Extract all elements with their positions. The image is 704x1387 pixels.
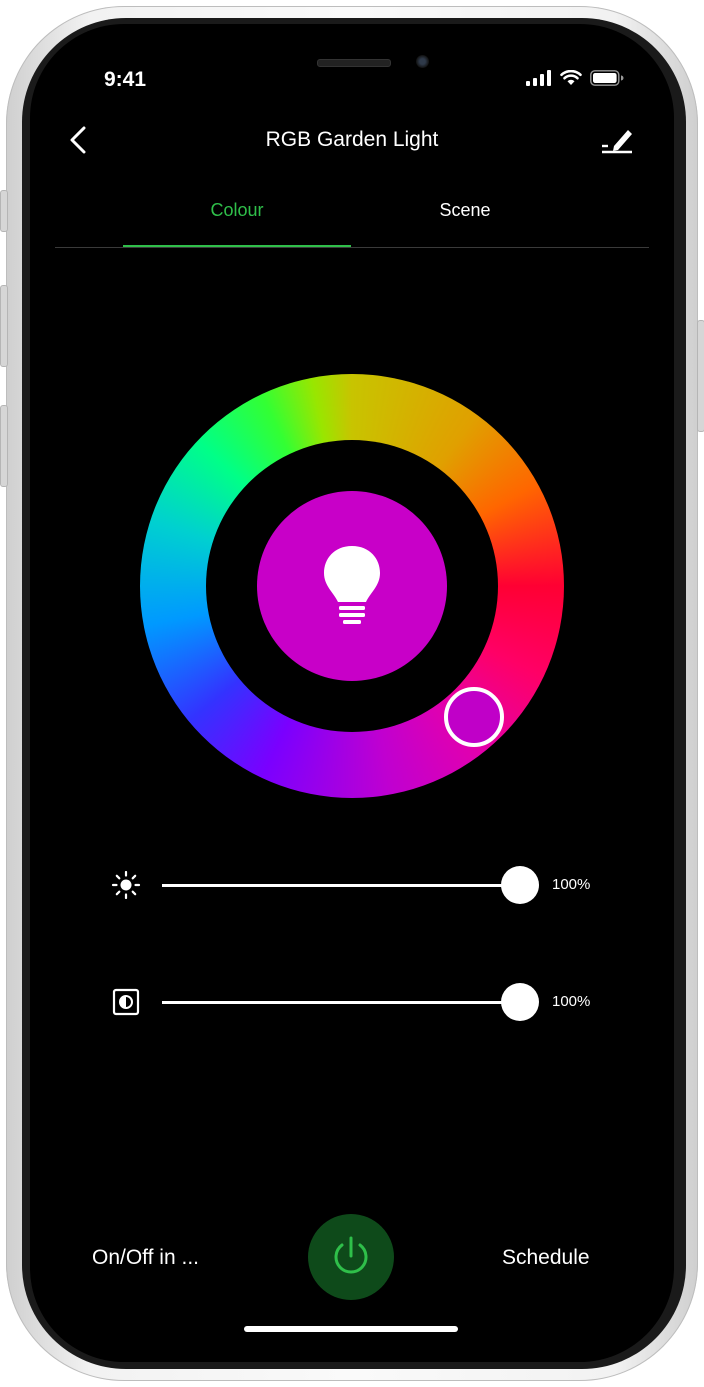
brightness-slider-track[interactable] — [162, 866, 539, 904]
contrast-slider-row: 100% — [110, 982, 610, 1022]
wifi-icon — [560, 70, 582, 85]
speaker — [317, 59, 391, 67]
volume-down-button — [0, 405, 8, 487]
color-picker-handle[interactable] — [444, 687, 504, 747]
contrast-icon — [112, 988, 140, 1016]
power-icon — [334, 1236, 368, 1274]
pencil-icon — [602, 130, 632, 154]
mute-switch — [0, 190, 8, 232]
contrast-slider-fill — [162, 1001, 520, 1004]
contrast-value: 100% — [552, 993, 591, 1010]
tab-divider — [55, 247, 649, 248]
tab-colour[interactable]: Colour — [123, 200, 351, 221]
brightness-slider-fill — [162, 884, 520, 887]
battery-icon — [590, 70, 624, 86]
screen: 9:41 RGB Garden Light Colour Scene 100% … — [30, 24, 674, 1362]
brightness-slider-row: 100% — [110, 865, 610, 905]
active-tab-indicator — [123, 245, 351, 247]
sun-icon — [111, 871, 141, 899]
signal-icon — [526, 70, 551, 86]
volume-up-button — [0, 285, 8, 367]
contrast-slider-track[interactable] — [162, 983, 539, 1021]
light-bulb-icon — [324, 546, 380, 624]
power-side-button — [697, 320, 704, 432]
home-indicator — [244, 1326, 458, 1332]
tab-scene[interactable]: Scene — [351, 200, 579, 221]
status-time: 9:41 — [104, 68, 147, 91]
brightness-slider-thumb[interactable] — [501, 866, 539, 904]
notch — [205, 24, 499, 84]
on-off-timer-button[interactable]: On/Off in ... — [92, 1246, 199, 1270]
page-title: RGB Garden Light — [265, 128, 439, 151]
status-icons — [526, 70, 624, 86]
front-camera — [416, 55, 429, 68]
schedule-button[interactable]: Schedule — [502, 1246, 590, 1270]
contrast-slider-thumb[interactable] — [501, 983, 539, 1021]
edit-button[interactable] — [598, 122, 638, 158]
power-button[interactable] — [308, 1214, 394, 1300]
brightness-value: 100% — [552, 876, 591, 893]
